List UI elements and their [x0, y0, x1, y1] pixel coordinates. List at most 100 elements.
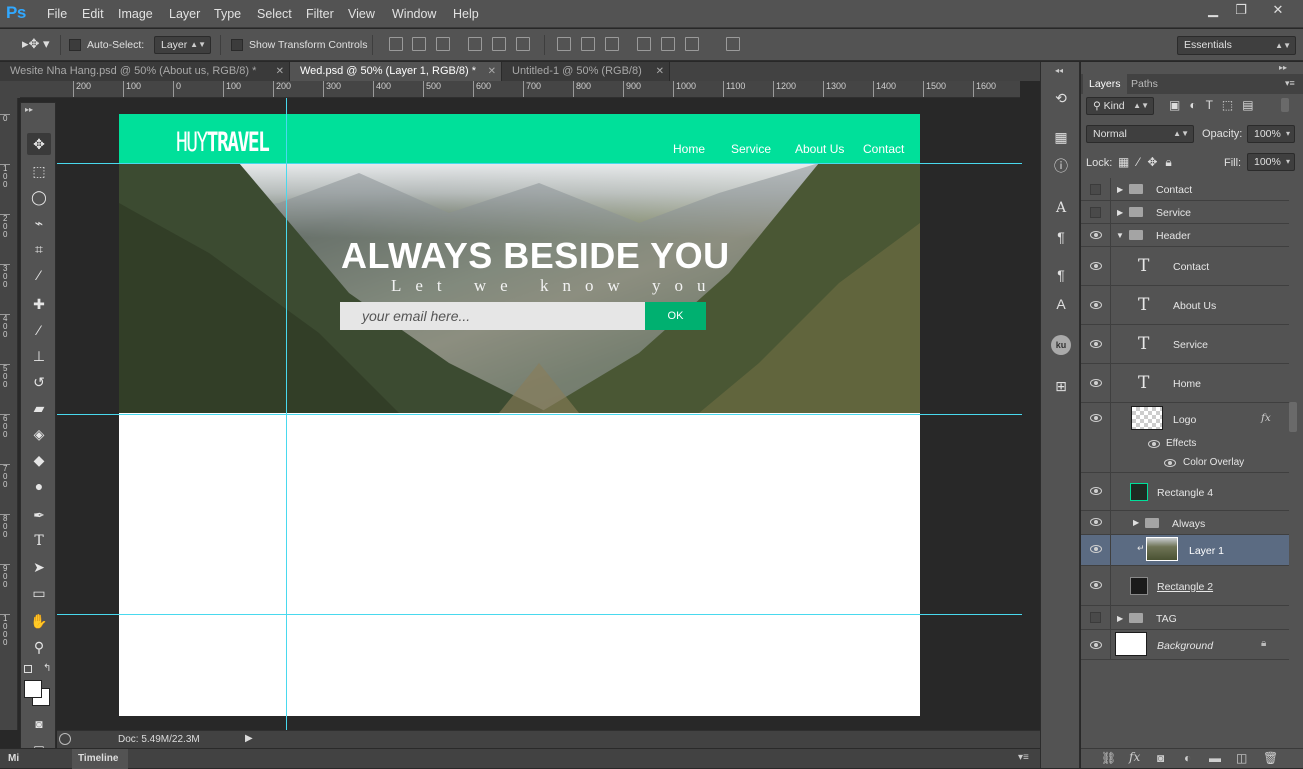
align-hcenter-icon[interactable]: [492, 37, 506, 51]
healing-brush-icon[interactable]: ✚: [27, 293, 51, 315]
visibility-toggle[interactable]: [1081, 535, 1111, 565]
menu-window[interactable]: Window: [392, 7, 436, 21]
visibility-toggle[interactable]: [1081, 325, 1111, 363]
auto-select-dropdown[interactable]: Layer ▲▼: [154, 36, 211, 54]
align-vcenter-icon[interactable]: [412, 37, 426, 51]
fx-icon[interactable]: fx: [1261, 412, 1271, 424]
layer-row-contact-text[interactable]: T Contact: [1081, 247, 1289, 286]
eraser-tool-icon[interactable]: ▰: [27, 397, 51, 419]
panel-menu-icon[interactable]: ▾≡: [1018, 752, 1029, 763]
align-bottom-icon[interactable]: [436, 37, 450, 51]
dodge-tool-icon[interactable]: ●: [27, 475, 51, 497]
crop-tool-icon[interactable]: ⌗: [27, 238, 51, 260]
character-styles-icon[interactable]: A: [1051, 294, 1071, 314]
menu-image[interactable]: Image: [118, 7, 153, 21]
layer-row-service-text[interactable]: T Service: [1081, 325, 1289, 364]
expand-dock-icon[interactable]: ◂◂: [1055, 66, 1063, 75]
menu-filter[interactable]: Filter: [306, 7, 334, 21]
visibility-toggle[interactable]: [1081, 630, 1111, 659]
layers-menu-icon[interactable]: ▾≡: [1285, 78, 1295, 89]
libraries-icon[interactable]: ⊞: [1051, 376, 1071, 396]
layer-row-about-us-text[interactable]: T About Us: [1081, 286, 1289, 325]
workspace-dropdown[interactable]: Essentials ▲▼: [1177, 36, 1296, 55]
layer-row-home-text[interactable]: T Home: [1081, 364, 1289, 403]
visibility-toggle[interactable]: [1081, 606, 1111, 629]
layer-row-service-group[interactable]: ▶ Service: [1081, 201, 1289, 224]
distribute-right-icon[interactable]: [685, 37, 699, 51]
horizontal-ruler[interactable]: 200 100 0 100 200 300 400 500 600 700 80…: [20, 81, 1020, 98]
menu-view[interactable]: View: [348, 7, 375, 21]
type-tool-icon[interactable]: T: [27, 530, 51, 552]
auto-align-icon[interactable]: [726, 37, 740, 51]
new-group-icon[interactable]: ▬: [1209, 751, 1221, 765]
timeline-tab[interactable]: Timeline: [72, 749, 128, 769]
quick-select-tool-icon[interactable]: ⌁: [27, 212, 51, 234]
visibility-toggle[interactable]: [1081, 364, 1111, 402]
zoom-tool-icon[interactable]: ⚲: [27, 636, 51, 658]
layer-row-always-group[interactable]: ▶ Always: [1081, 511, 1289, 535]
align-left-icon[interactable]: [468, 37, 482, 51]
close-tab-icon[interactable]: ✕: [276, 62, 284, 81]
blur-tool-icon[interactable]: ◆: [27, 449, 51, 471]
visibility-toggle[interactable]: [1081, 511, 1111, 534]
distribute-vcenter-icon[interactable]: [581, 37, 595, 51]
lock-options-icons[interactable]: ▦⁄✥🔒︎: [1118, 155, 1180, 170]
layer-row-rectangle-2[interactable]: Rectangle 2: [1081, 566, 1289, 606]
trash-icon[interactable]: 🗑︎: [1263, 751, 1278, 765]
align-right-icon[interactable]: [516, 37, 530, 51]
show-transform-checkbox[interactable]: [231, 39, 243, 51]
restore-icon[interactable]: ❐: [1226, 1, 1256, 19]
opacity-input[interactable]: 100% ▾: [1247, 125, 1295, 143]
new-layer-icon[interactable]: ◫: [1236, 751, 1247, 765]
foreground-color-swatch[interactable]: [24, 680, 42, 698]
3d-icon[interactable]: ▦: [1051, 127, 1071, 147]
visibility-toggle[interactable]: [1081, 473, 1111, 510]
zoom-status-icon[interactable]: [59, 733, 71, 745]
close-tab-icon[interactable]: ✕: [488, 62, 496, 81]
history-icon[interactable]: ⟲: [1051, 88, 1071, 108]
add-style-icon[interactable]: fx: [1129, 750, 1140, 764]
collapse-toolbar-icon[interactable]: ▸▸: [25, 105, 33, 114]
mini-bridge-tab[interactable]: Mi: [8, 753, 19, 764]
layer-row-rectangle-4[interactable]: Rectangle 4: [1081, 473, 1289, 511]
status-menu-arrow-icon[interactable]: ▶: [245, 733, 253, 744]
visibility-toggle[interactable]: [1081, 403, 1111, 472]
expand-arrow-icon[interactable]: ▶: [1133, 518, 1139, 527]
pen-tool-icon[interactable]: ✒: [27, 504, 51, 526]
layer-row-contact-group[interactable]: ▶ Contact: [1081, 178, 1289, 201]
lasso-tool-icon[interactable]: ◯: [27, 186, 51, 208]
tab-layers[interactable]: Layers: [1083, 74, 1127, 94]
guide-line[interactable]: [286, 98, 287, 730]
distribute-bottom-icon[interactable]: [605, 37, 619, 51]
layer-row-header-group[interactable]: ▼ Header: [1081, 224, 1289, 247]
layer-row-tag-group[interactable]: ▶ TAG: [1081, 606, 1289, 630]
filter-toggle[interactable]: [1281, 98, 1289, 112]
canvas-area[interactable]: HUYTRAVEL Home Service About Us Contact …: [57, 98, 1022, 730]
close-icon[interactable]: ✕: [1256, 1, 1300, 19]
adjustment-layer-icon[interactable]: ◐: [1184, 751, 1191, 765]
minimize-icon[interactable]: ▁: [1198, 1, 1228, 19]
swap-colors-icon[interactable]: ↰: [43, 663, 51, 674]
panel-collapse-icon[interactable]: ▸▸: [1279, 63, 1287, 72]
paragraph-styles-icon[interactable]: ¶: [1051, 265, 1071, 285]
layer-row-logo[interactable]: Logo fx Effects Color Overlay: [1081, 403, 1289, 473]
character-icon[interactable]: A: [1051, 198, 1071, 218]
menu-select[interactable]: Select: [257, 7, 292, 21]
marquee-tool-icon[interactable]: ⬚: [27, 160, 51, 182]
kuler-icon[interactable]: ku: [1051, 335, 1071, 355]
visibility-toggle[interactable]: [1081, 566, 1111, 605]
menu-file[interactable]: File: [47, 7, 67, 21]
tab-wesite-nha-hang[interactable]: Wesite Nha Hang.psd @ 50% (About us, RGB…: [0, 62, 290, 81]
tab-wed[interactable]: Wed.psd @ 50% (Layer 1, RGB/8) * ✕: [290, 62, 502, 81]
auto-select-checkbox[interactable]: [69, 39, 81, 51]
paragraph-icon[interactable]: ¶: [1051, 227, 1071, 247]
guide-line[interactable]: [57, 414, 1022, 415]
add-mask-icon[interactable]: ◙: [1157, 751, 1164, 765]
visibility-toggle[interactable]: [1081, 286, 1111, 324]
link-layers-icon[interactable]: ⛓: [1101, 751, 1116, 765]
guide-line[interactable]: [57, 163, 1022, 164]
menu-help[interactable]: Help: [453, 7, 479, 21]
move-tool-icon[interactable]: ✥: [27, 133, 51, 155]
menu-layer[interactable]: Layer: [169, 7, 200, 21]
paint-bucket-icon[interactable]: ◈: [27, 423, 51, 445]
